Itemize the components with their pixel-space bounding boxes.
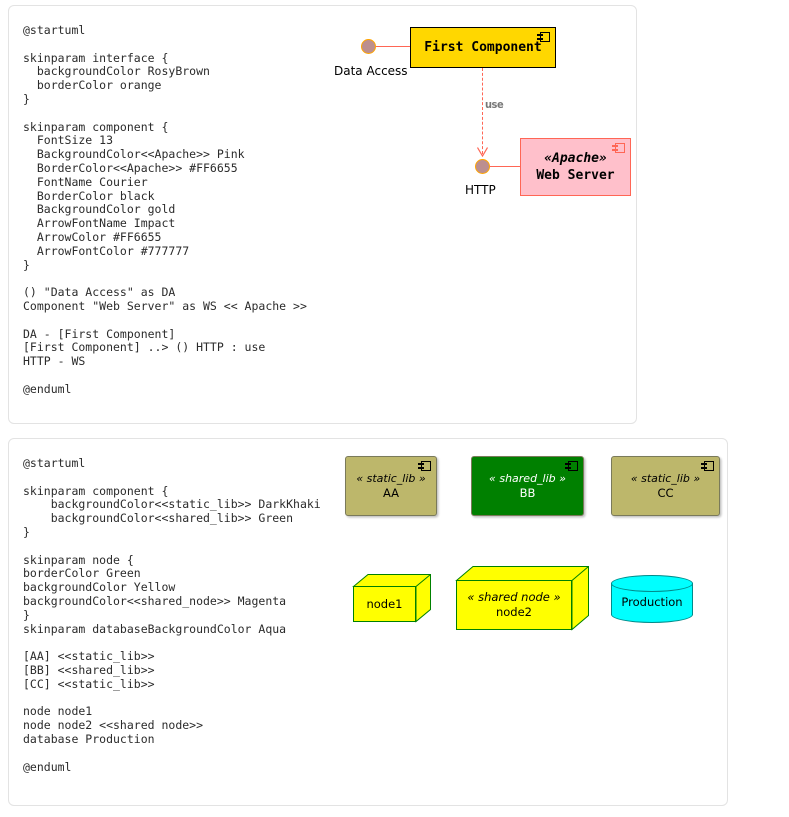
- interface-circle-http[interactable]: [475, 159, 490, 174]
- cylinder-top: [611, 575, 693, 592]
- component-stereotype: « static_lib »: [356, 472, 426, 485]
- component-icon: [537, 32, 550, 42]
- node-stereotype: « shared node »: [467, 590, 561, 604]
- component-label: AA: [382, 486, 400, 500]
- arrow-head-icon: [477, 147, 488, 157]
- plantuml-source-1[interactable]: @startuml skinparam interface { backgrou…: [23, 23, 307, 397]
- interface-label-http: HTTP: [465, 183, 496, 197]
- component-icon: [701, 461, 714, 471]
- node-node1[interactable]: node1: [352, 574, 431, 623]
- interface-label-data-access: Data Access: [334, 64, 408, 78]
- node-label: node1: [366, 596, 403, 611]
- plantuml-source-2[interactable]: @startuml skinparam component { backgrou…: [23, 456, 321, 774]
- node-label: node2: [495, 605, 533, 619]
- component-stereotype: « static_lib »: [630, 472, 701, 485]
- component-icon: [565, 461, 578, 471]
- node-face: node1: [353, 586, 416, 622]
- node-face: « shared node » node2: [456, 580, 572, 630]
- component-bb[interactable]: « shared_lib » BB: [471, 456, 584, 516]
- edge-label-use: use: [485, 98, 504, 111]
- component-icon: [612, 143, 625, 153]
- component-label: CC: [657, 486, 674, 500]
- interface-circle-data-access[interactable]: [361, 39, 376, 54]
- component-label: First Component: [424, 40, 542, 55]
- component-stereotype: «Apache»: [544, 151, 607, 166]
- diagram-card-1: @startuml skinparam interface { backgrou…: [8, 5, 637, 424]
- database-label: Production: [621, 595, 683, 609]
- database-production[interactable]: Production: [611, 575, 693, 623]
- component-icon: [418, 461, 431, 471]
- component-aa[interactable]: « static_lib » AA: [345, 456, 437, 516]
- component-web-server[interactable]: «Apache» Web Server: [520, 138, 631, 196]
- link-data-access-to-first-component: [376, 46, 410, 47]
- node-node2[interactable]: « shared node » node2: [455, 566, 589, 631]
- component-first-component[interactable]: First Component: [410, 27, 556, 68]
- component-label: Web Server: [536, 168, 615, 183]
- component-label: BB: [519, 486, 536, 500]
- component-stereotype: « shared_lib »: [489, 472, 566, 485]
- link-http-to-web-server: [490, 166, 520, 167]
- dependency-arrow-use: [482, 68, 483, 154]
- page-root: @startuml skinparam interface { backgrou…: [0, 0, 789, 817]
- component-cc[interactable]: « static_lib » CC: [611, 456, 720, 516]
